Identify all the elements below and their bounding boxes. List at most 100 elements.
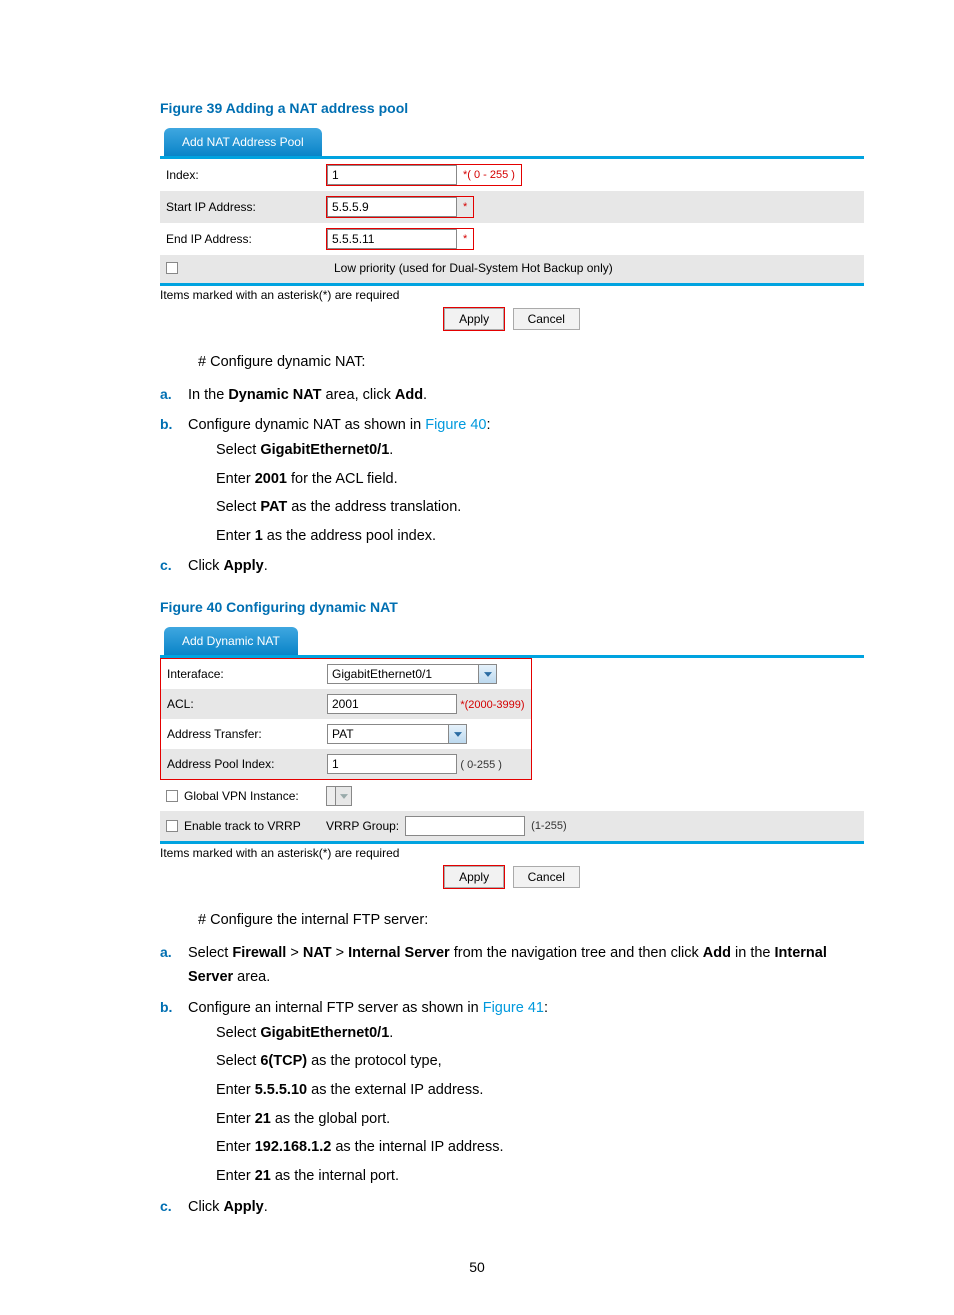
end-ip-input[interactable]	[327, 229, 457, 249]
fig39-tab: Add NAT Address Pool	[164, 128, 322, 156]
pool-label: Address Pool Index:	[161, 749, 321, 779]
s2-sub3-pre: Enter	[216, 1082, 255, 1098]
fig40-lower-table: Global VPN Instance: Enable track to VRR…	[160, 780, 864, 841]
s2a-pre: Select	[188, 945, 232, 961]
pool-input[interactable]	[327, 754, 457, 774]
marker-a: a.	[160, 383, 172, 407]
end-ip-star: *	[457, 233, 473, 245]
chevron-down-icon[interactable]	[448, 725, 466, 743]
s1c-end: .	[264, 558, 268, 574]
marker-c: c.	[160, 1195, 172, 1219]
vrrp-group-input[interactable]	[405, 816, 525, 836]
fig40-cancel-button[interactable]: Cancel	[513, 866, 580, 888]
blue-bar	[160, 841, 864, 844]
marker-a: a.	[160, 941, 172, 965]
vpn-select[interactable]	[326, 786, 352, 806]
s2-sub6-pre: Enter	[216, 1168, 255, 1184]
s1-sub2-post: for the ACL field.	[287, 471, 398, 487]
vrrp-group-label: VRRP Group:	[326, 819, 399, 833]
s2-sub1-bold: GigabitEthernet0/1	[260, 1025, 389, 1041]
s2a-b1: Firewall	[232, 945, 286, 961]
marker-b: b.	[160, 413, 172, 437]
fig39-note: Items marked with an asterisk(*) are req…	[160, 288, 864, 302]
s1-sub4-pre: Enter	[216, 528, 255, 544]
figure-40-title: Figure 40 Configuring dynamic NAT	[160, 599, 864, 615]
fig40-note: Items marked with an asterisk(*) are req…	[160, 846, 864, 860]
s2a-end: area.	[233, 969, 270, 985]
transfer-label: Address Transfer:	[161, 719, 321, 749]
fig40-redbox-table: Interaface: GigabitEthernet0/1 ACL: *(20…	[161, 659, 531, 779]
vpn-label: Global VPN Instance:	[184, 789, 299, 803]
s2c-bold: Apply	[223, 1199, 263, 1215]
s1b-pre: Configure dynamic NAT as shown in	[188, 417, 425, 433]
s1-sub4-bold: 1	[255, 528, 263, 544]
s1c-pre: Click	[188, 558, 223, 574]
chevron-down-icon[interactable]	[478, 665, 496, 683]
index-input[interactable]	[327, 165, 457, 185]
s2-sub1-end: .	[389, 1025, 393, 1041]
index-hint: *( 0 - 255 )	[457, 169, 521, 181]
low-priority-label: Low priority (used for Dual-System Hot B…	[334, 261, 613, 275]
figure-41-link[interactable]: Figure 41	[483, 1000, 544, 1016]
s1a-bold: Dynamic NAT	[228, 387, 321, 403]
fig39-apply-button[interactable]: Apply	[444, 308, 504, 330]
vrrp-range: (1-255)	[531, 820, 566, 832]
s2-sub4-post: as the global port.	[271, 1111, 390, 1127]
fig39-table: Index: *( 0 - 255 ) Start IP Address: *	[160, 159, 864, 283]
s1-sub2-bold: 2001	[255, 471, 287, 487]
s1b-end: :	[486, 417, 490, 433]
marker-b: b.	[160, 996, 172, 1020]
s2a-gt1: >	[286, 945, 303, 961]
end-ip-label: End IP Address:	[160, 223, 320, 255]
s2b-end: :	[544, 1000, 548, 1016]
low-priority-checkbox[interactable]	[166, 262, 178, 274]
transfer-select[interactable]: PAT	[327, 724, 467, 744]
s2-sub4-pre: Enter	[216, 1111, 255, 1127]
pool-hint: ( 0-255 )	[460, 759, 502, 771]
s2-sub3-bold: 5.5.5.10	[255, 1082, 307, 1098]
s2-sub1-pre: Select	[216, 1025, 260, 1041]
s2c-end: .	[264, 1199, 268, 1215]
s1-sub4-post: as the address pool index.	[263, 528, 436, 544]
s1-sub2-pre: Enter	[216, 471, 255, 487]
s2-sub3-post: as the external IP address.	[307, 1082, 483, 1098]
page-number: 50	[0, 1259, 954, 1275]
s1a-pre: In the	[188, 387, 228, 403]
s1-sub1-pre: Select	[216, 442, 260, 458]
iface-select[interactable]: GigabitEthernet0/1	[327, 664, 497, 684]
vpn-checkbox[interactable]	[166, 790, 178, 802]
fig40-tab: Add Dynamic NAT	[164, 627, 298, 655]
s2a-post: in the	[731, 945, 775, 961]
s1-sub3-bold: PAT	[260, 499, 287, 515]
s2a-b3: Internal Server	[348, 945, 450, 961]
iface-label: Interaface:	[161, 659, 321, 689]
vrrp-label: Enable track to VRRP	[184, 819, 301, 833]
s1-sub3-post: as the address translation.	[287, 499, 461, 515]
vrrp-checkbox[interactable]	[166, 820, 178, 832]
fig39-cancel-button[interactable]: Cancel	[513, 308, 580, 330]
s1c-bold: Apply	[223, 558, 263, 574]
configure-dynamic-nat-heading: # Configure dynamic NAT:	[198, 350, 864, 375]
s1-sub3-pre: Select	[216, 499, 260, 515]
iface-value: GigabitEthernet0/1	[328, 667, 478, 681]
s2-sub2-pre: Select	[216, 1053, 260, 1069]
acl-input[interactable]	[327, 694, 457, 714]
figure-39-title: Figure 39 Adding a NAT address pool	[160, 100, 864, 116]
blue-bar	[160, 283, 864, 286]
start-ip-input[interactable]	[327, 197, 457, 217]
configure-ftp-heading: # Configure the internal FTP server:	[198, 908, 864, 933]
s2a-mid: from the navigation tree and then click	[450, 945, 703, 961]
s1a-bold2: Add	[395, 387, 423, 403]
figure-40-link[interactable]: Figure 40	[425, 417, 486, 433]
figure-39: Add NAT Address Pool Index: *( 0 - 255 )…	[160, 128, 864, 330]
s2a-b4: Add	[703, 945, 731, 961]
acl-label: ACL:	[161, 689, 321, 719]
figure-40: Add Dynamic NAT Interaface: GigabitEther…	[160, 627, 864, 888]
s2a-b2: NAT	[303, 945, 332, 961]
index-label: Index:	[160, 159, 320, 191]
s2-sub6-bold: 21	[255, 1168, 271, 1184]
s1-sub1-bold: GigabitEthernet0/1	[260, 442, 389, 458]
fig40-apply-button[interactable]: Apply	[444, 866, 504, 888]
s1a-end: .	[423, 387, 427, 403]
s2-sub5-pre: Enter	[216, 1139, 255, 1155]
